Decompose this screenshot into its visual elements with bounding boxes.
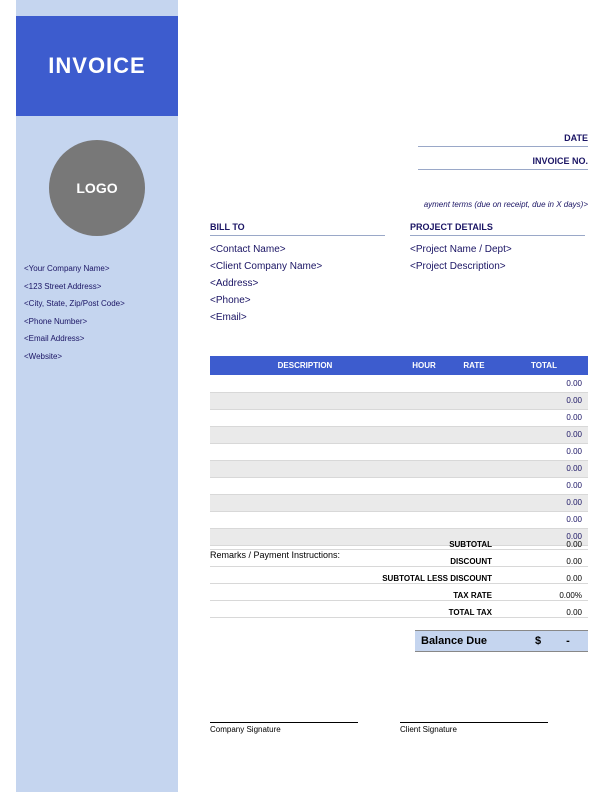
- cell-rate: [448, 494, 500, 511]
- cell-description: [210, 443, 400, 460]
- cell-description: [210, 494, 400, 511]
- company-phone: <Phone Number>: [24, 313, 125, 331]
- invoice-meta: DATE INVOICE NO.: [418, 130, 588, 176]
- cell-description: [210, 375, 400, 392]
- cell-rate: [448, 511, 500, 528]
- table-header-row: DESCRIPTION HOUR RATE TOTAL: [210, 356, 588, 375]
- header-band: INVOICE: [16, 16, 178, 116]
- subtotal-value: 0.00: [500, 540, 588, 550]
- cell-hour: [400, 477, 448, 494]
- taxrate-value: 0.00%: [500, 591, 588, 601]
- cell-hour: [400, 409, 448, 426]
- subtotal-row: SUBTOTAL 0.00: [210, 536, 588, 553]
- table-row: 0.00: [210, 494, 588, 511]
- subtotal-label: SUBTOTAL: [210, 540, 500, 550]
- cell-total: 0.00: [500, 460, 588, 477]
- project-name: <Project Name / Dept>: [410, 244, 585, 255]
- table-row: 0.00: [210, 375, 588, 392]
- bill-contact: <Contact Name>: [210, 244, 385, 255]
- company-website: <Website>: [24, 348, 125, 366]
- invoice-no-label: INVOICE NO.: [418, 153, 588, 170]
- less-label: SUBTOTAL LESS DISCOUNT: [210, 574, 500, 584]
- bill-company: <Client Company Name>: [210, 261, 385, 272]
- discount-label: DISCOUNT: [210, 557, 500, 567]
- totaltax-row: TOTAL TAX 0.00: [210, 604, 588, 621]
- date-label: DATE: [418, 130, 588, 147]
- project-description: <Project Description>: [410, 261, 585, 272]
- table-row: 0.00: [210, 426, 588, 443]
- balance-label: Balance Due: [415, 635, 528, 647]
- bill-phone: <Phone>: [210, 295, 385, 306]
- cell-rate: [448, 426, 500, 443]
- cell-rate: [448, 375, 500, 392]
- bill-address: <Address>: [210, 278, 385, 289]
- less-row: SUBTOTAL LESS DISCOUNT 0.00: [210, 570, 588, 587]
- col-rate: RATE: [448, 356, 500, 375]
- cell-hour: [400, 494, 448, 511]
- cell-total: 0.00: [500, 494, 588, 511]
- cell-hour: [400, 443, 448, 460]
- col-description: DESCRIPTION: [210, 356, 400, 375]
- company-name: <Your Company Name>: [24, 260, 125, 278]
- col-hour: HOUR: [400, 356, 448, 375]
- table-row: 0.00: [210, 460, 588, 477]
- totaltax-label: TOTAL TAX: [210, 608, 500, 618]
- cell-total: 0.00: [500, 443, 588, 460]
- taxrate-row: TAX RATE 0.00%: [210, 587, 588, 604]
- col-total: TOTAL: [500, 356, 588, 375]
- less-value: 0.00: [500, 574, 588, 584]
- payment-terms: ayment terms (due on receipt, due in X d…: [424, 200, 588, 209]
- balance-currency: $: [528, 635, 548, 647]
- company-signature: Company Signature: [210, 722, 358, 734]
- cell-rate: [448, 392, 500, 409]
- table-row: 0.00: [210, 392, 588, 409]
- logo-placeholder: LOGO: [49, 140, 145, 236]
- cell-total: 0.00: [500, 392, 588, 409]
- table-row: 0.00: [210, 477, 588, 494]
- balance-value: -: [548, 635, 588, 647]
- cell-description: [210, 460, 400, 477]
- cell-total: 0.00: [500, 409, 588, 426]
- cell-description: [210, 392, 400, 409]
- client-signature: Client Signature: [400, 722, 548, 734]
- cell-hour: [400, 426, 448, 443]
- invoice-title: INVOICE: [48, 53, 145, 79]
- table-row: 0.00: [210, 409, 588, 426]
- cell-rate: [448, 409, 500, 426]
- cell-rate: [448, 460, 500, 477]
- cell-rate: [448, 477, 500, 494]
- bill-to-section: BILL TO <Contact Name> <Client Company N…: [210, 222, 385, 329]
- company-address: <123 Street Address>: [24, 278, 125, 296]
- cell-hour: [400, 392, 448, 409]
- cell-total: 0.00: [500, 426, 588, 443]
- cell-description: [210, 426, 400, 443]
- cell-description: [210, 409, 400, 426]
- cell-hour: [400, 375, 448, 392]
- cell-total: 0.00: [500, 375, 588, 392]
- bill-to-heading: BILL TO: [210, 222, 385, 236]
- bill-email: <Email>: [210, 312, 385, 323]
- totaltax-value: 0.00: [500, 608, 588, 618]
- company-info: <Your Company Name> <123 Street Address>…: [24, 260, 125, 366]
- project-section: PROJECT DETAILS <Project Name / Dept> <P…: [410, 222, 585, 278]
- company-email: <Email Address>: [24, 330, 125, 348]
- project-heading: PROJECT DETAILS: [410, 222, 585, 236]
- balance-due: Balance Due $ -: [415, 630, 588, 652]
- cell-hour: [400, 460, 448, 477]
- company-city: <City, State, Zip/Post Code>: [24, 295, 125, 313]
- table-row: 0.00: [210, 511, 588, 528]
- cell-total: 0.00: [500, 511, 588, 528]
- cell-description: [210, 511, 400, 528]
- summary: SUBTOTAL 0.00 DISCOUNT 0.00 SUBTOTAL LES…: [210, 536, 588, 621]
- sidebar: [16, 0, 178, 792]
- taxrate-label: TAX RATE: [210, 591, 500, 601]
- cell-description: [210, 477, 400, 494]
- table-row: 0.00: [210, 443, 588, 460]
- items-table: DESCRIPTION HOUR RATE TOTAL 0.000.000.00…: [210, 356, 588, 546]
- cell-total: 0.00: [500, 477, 588, 494]
- discount-row: DISCOUNT 0.00: [210, 553, 588, 570]
- discount-value: 0.00: [500, 557, 588, 567]
- cell-hour: [400, 511, 448, 528]
- cell-rate: [448, 443, 500, 460]
